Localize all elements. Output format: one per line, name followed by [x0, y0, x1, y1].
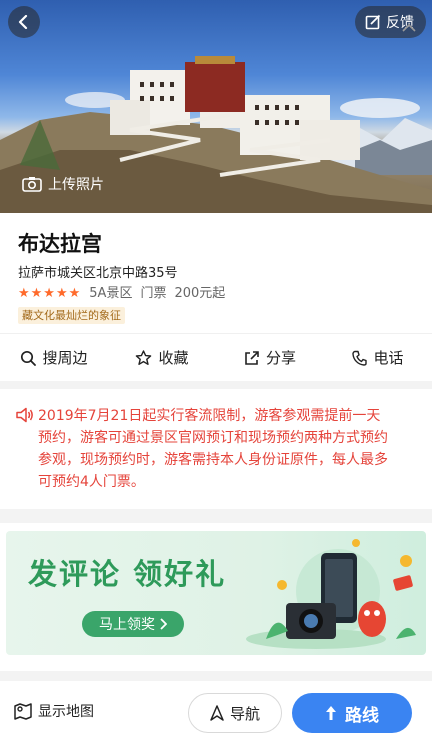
show-map-button[interactable]: 显示地图 [14, 701, 94, 721]
divider [0, 381, 432, 389]
claim-prize-label: 马上领奖 [99, 617, 155, 633]
speaker-icon [16, 405, 38, 509]
back-button[interactable] [8, 6, 40, 38]
search-nearby-button[interactable]: 搜周边 [0, 334, 108, 381]
notice-text: 2019年7月21日起实行客流限制，游客参观需提前一天预约，游客可通过景区官网预… [38, 408, 388, 490]
promo-banner-wrap: 发评论 领好礼 马上领奖 [0, 523, 432, 671]
poi-tag: 藏文化最灿烂的象征 [18, 307, 125, 324]
share-label: 分享 [265, 349, 296, 367]
arrow-up-icon [326, 706, 336, 720]
phone-icon [352, 350, 368, 366]
map-icon [14, 703, 32, 720]
share-icon [245, 350, 259, 365]
navigate-label: 导航 [229, 704, 260, 723]
chevron-left-icon [18, 15, 28, 29]
navigation-arrow-icon [210, 705, 224, 721]
promo-banner[interactable]: 发评论 领好礼 马上领奖 [6, 531, 426, 655]
edit-icon [365, 14, 381, 30]
ticket-price: 200元起 [174, 286, 226, 301]
favorite-button[interactable]: 收藏 [108, 334, 216, 381]
camera-icon [22, 177, 42, 192]
ticket-label: 门票 [140, 286, 167, 301]
star-icon [136, 349, 152, 365]
claim-prize-button[interactable]: 马上领奖 [82, 611, 184, 637]
collapse-toggle[interactable] [402, 18, 416, 37]
chevron-up-icon [402, 23, 416, 32]
scenic-level: 5A景区 [89, 286, 133, 301]
chevron-right-icon [160, 618, 167, 630]
phone-label: 电话 [373, 349, 404, 367]
divider [0, 671, 432, 681]
share-button[interactable]: 分享 [216, 334, 324, 381]
phone-button[interactable]: 电话 [324, 334, 432, 381]
poi-info-card: 布达拉宫 拉萨市城关区北京中路35号 ★★★★★ 5A景区 门票 200元起 藏… [0, 213, 432, 333]
prize-illustration [246, 539, 416, 649]
search-icon [21, 350, 37, 366]
divider [0, 509, 432, 523]
favorite-label: 收藏 [158, 349, 189, 367]
poi-address[interactable]: 拉萨市城关区北京中路35号 [18, 265, 414, 283]
notice-panel: 2019年7月21日起实行客流限制，游客参观需提前一天预约，游客可通过景区官网预… [0, 389, 432, 509]
search-nearby-label: 搜周边 [42, 349, 88, 367]
bottom-bar: 显示地图 导航 路线 [0, 681, 432, 744]
route-button[interactable]: 路线 [292, 693, 412, 733]
promo-title: 发评论 领好礼 [28, 557, 227, 591]
upload-photo-button[interactable]: 上传照片 [22, 174, 104, 194]
show-map-label: 显示地图 [38, 704, 94, 720]
route-label: 路线 [345, 705, 379, 726]
rating-stars: ★★★★★ [18, 286, 82, 301]
upload-photo-label: 上传照片 [48, 177, 104, 193]
navigate-button[interactable]: 导航 [188, 693, 282, 733]
action-bar: 搜周边 收藏 分享 电话 [0, 333, 432, 381]
poi-meta: ★★★★★ 5A景区 门票 200元起 [18, 285, 414, 303]
poi-title: 布达拉宫 [18, 232, 102, 256]
